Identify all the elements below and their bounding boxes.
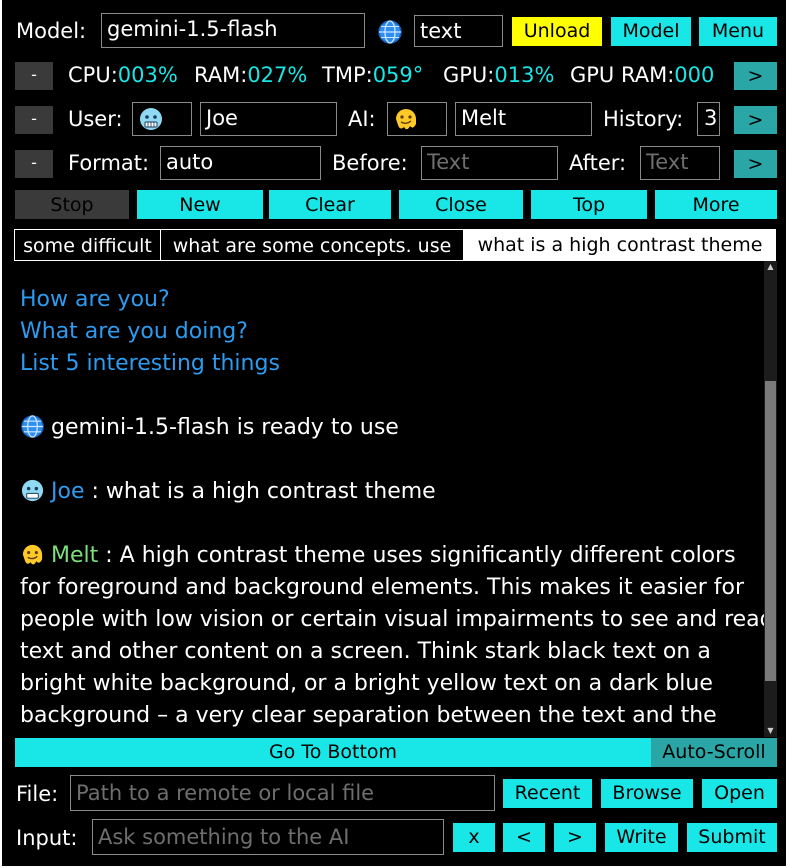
tmp-value: 059° <box>372 63 424 87</box>
ai-message-line: for foreground and background elements. … <box>20 575 744 600</box>
gpu-value: 013% <box>494 63 555 87</box>
suggestion-item[interactable]: How are you? <box>20 284 170 316</box>
ai-message-name: Melt <box>51 543 99 568</box>
before-label: Before: <box>332 151 408 175</box>
stats-collapse-button[interactable]: - <box>15 62 53 90</box>
go-to-bottom-button[interactable]: Go To Bottom <box>15 738 651 767</box>
persona-expand-button[interactable]: > <box>734 106 777 134</box>
globe-icon <box>20 414 45 449</box>
system-message-text: gemini-1.5-flash is ready to use <box>51 415 399 440</box>
ai-label: AI: <box>348 107 376 131</box>
gpu-label: GPU: <box>443 63 495 87</box>
gpu-ram-label: GPU RAM: <box>570 63 675 87</box>
clear-button[interactable]: Clear <box>269 190 391 219</box>
ai-message-text: : A high contrast theme uses significant… <box>98 543 736 568</box>
suggestion-item[interactable]: What are you doing? <box>20 316 248 348</box>
format-field[interactable]: auto <box>160 146 321 180</box>
open-button[interactable]: Open <box>702 779 777 808</box>
app-window: Model: gemini-1.5-flash text Unload Mode… <box>0 0 788 868</box>
close-button[interactable]: Close <box>399 190 523 219</box>
gpu-stat: GPU:013% <box>443 61 554 89</box>
ai-avatar-field[interactable] <box>387 102 447 136</box>
ai-message-line: background – a very clear separation bet… <box>20 703 717 728</box>
browse-button[interactable]: Browse <box>601 779 693 808</box>
user-name-field[interactable]: Joe <box>200 102 337 136</box>
stats-expand-button[interactable]: > <box>734 62 777 90</box>
unload-button[interactable]: Unload <box>512 17 602 46</box>
scroll-up-arrow-icon[interactable]: ▲ <box>764 261 777 273</box>
previous-input-button[interactable]: < <box>503 823 545 852</box>
top-button[interactable]: Top <box>531 190 647 219</box>
tab-some-difficult[interactable]: some difficult <box>14 229 160 261</box>
cold-face-icon <box>138 106 164 135</box>
globe-icon[interactable] <box>377 19 403 49</box>
new-button[interactable]: New <box>137 190 263 219</box>
suggestion-item[interactable]: List 5 interesting things <box>20 348 280 380</box>
tab-concepts[interactable]: what are some concepts. use <box>160 229 464 261</box>
cold-face-icon <box>20 478 45 513</box>
next-input-button[interactable]: > <box>554 823 596 852</box>
more-button[interactable]: More <box>655 190 777 219</box>
scroll-down-arrow-icon[interactable]: ▼ <box>764 725 777 737</box>
mode-field[interactable]: text <box>414 15 503 47</box>
file-path-field[interactable]: Path to a remote or local file <box>70 775 495 811</box>
recent-button[interactable]: Recent <box>503 779 592 808</box>
submit-button[interactable]: Submit <box>687 823 777 852</box>
write-button[interactable]: Write <box>605 823 678 852</box>
model-button[interactable]: Model <box>611 17 691 46</box>
cpu-stat: CPU:003% <box>68 61 178 89</box>
menu-button[interactable]: Menu <box>699 17 777 46</box>
clear-input-button[interactable]: x <box>453 823 495 852</box>
melting-face-icon <box>393 106 419 135</box>
ram-stat: RAM:027% <box>194 61 307 89</box>
before-field[interactable]: Text <box>421 146 558 180</box>
tmp-label: TMP: <box>322 63 373 87</box>
user-message-name: Joe <box>51 479 85 504</box>
model-field[interactable]: gemini-1.5-flash <box>101 13 365 48</box>
ram-value: 027% <box>247 63 308 87</box>
cpu-label: CPU: <box>68 63 118 87</box>
tab-high-contrast[interactable]: what is a high contrast theme <box>464 229 776 261</box>
chat-panel[interactable]: How are you? What are you doing? List 5 … <box>14 261 764 737</box>
file-label: File: <box>16 782 59 806</box>
user-message-text: : what is a high contrast theme <box>84 479 436 504</box>
scrollbar-thumb[interactable] <box>765 381 776 681</box>
user-message: Joe : what is a high contrast theme <box>20 476 436 513</box>
model-label: Model: <box>16 19 87 43</box>
gpu-ram-value: 000 <box>674 63 715 87</box>
ram-label: RAM: <box>194 63 248 87</box>
history-field[interactable]: 3 <box>697 102 720 136</box>
prompt-input[interactable]: Ask something to the AI <box>92 819 444 855</box>
format-label: Format: <box>68 151 150 175</box>
ai-message-line: people with low vision or certain visual… <box>20 607 764 632</box>
cpu-value: 003% <box>117 63 178 87</box>
ai-message-line: bright white background, or a bright yel… <box>20 671 713 696</box>
after-label: After: <box>569 151 627 175</box>
user-label: User: <box>68 107 123 131</box>
format-expand-button[interactable]: > <box>734 150 777 178</box>
ai-message-line: text and other content on a screen. Thin… <box>20 639 711 664</box>
stop-button[interactable]: Stop <box>15 190 129 219</box>
chat-scrollbar[interactable]: ▲ ▼ <box>764 261 777 737</box>
gpu-ram-stat: GPU RAM:000 <box>570 61 722 89</box>
auto-scroll-toggle[interactable]: Auto-Scroll <box>651 738 777 767</box>
system-message: gemini-1.5-flash is ready to use <box>20 412 399 449</box>
user-avatar-field[interactable] <box>132 102 192 136</box>
persona-collapse-button[interactable]: - <box>15 106 53 134</box>
tmp-stat: TMP:059° <box>322 61 423 89</box>
history-label: History: <box>603 107 684 131</box>
ai-name-field[interactable]: Melt <box>455 102 592 136</box>
after-field[interactable]: Text <box>640 146 720 180</box>
input-label: Input: <box>16 826 78 850</box>
format-collapse-button[interactable]: - <box>15 150 53 178</box>
